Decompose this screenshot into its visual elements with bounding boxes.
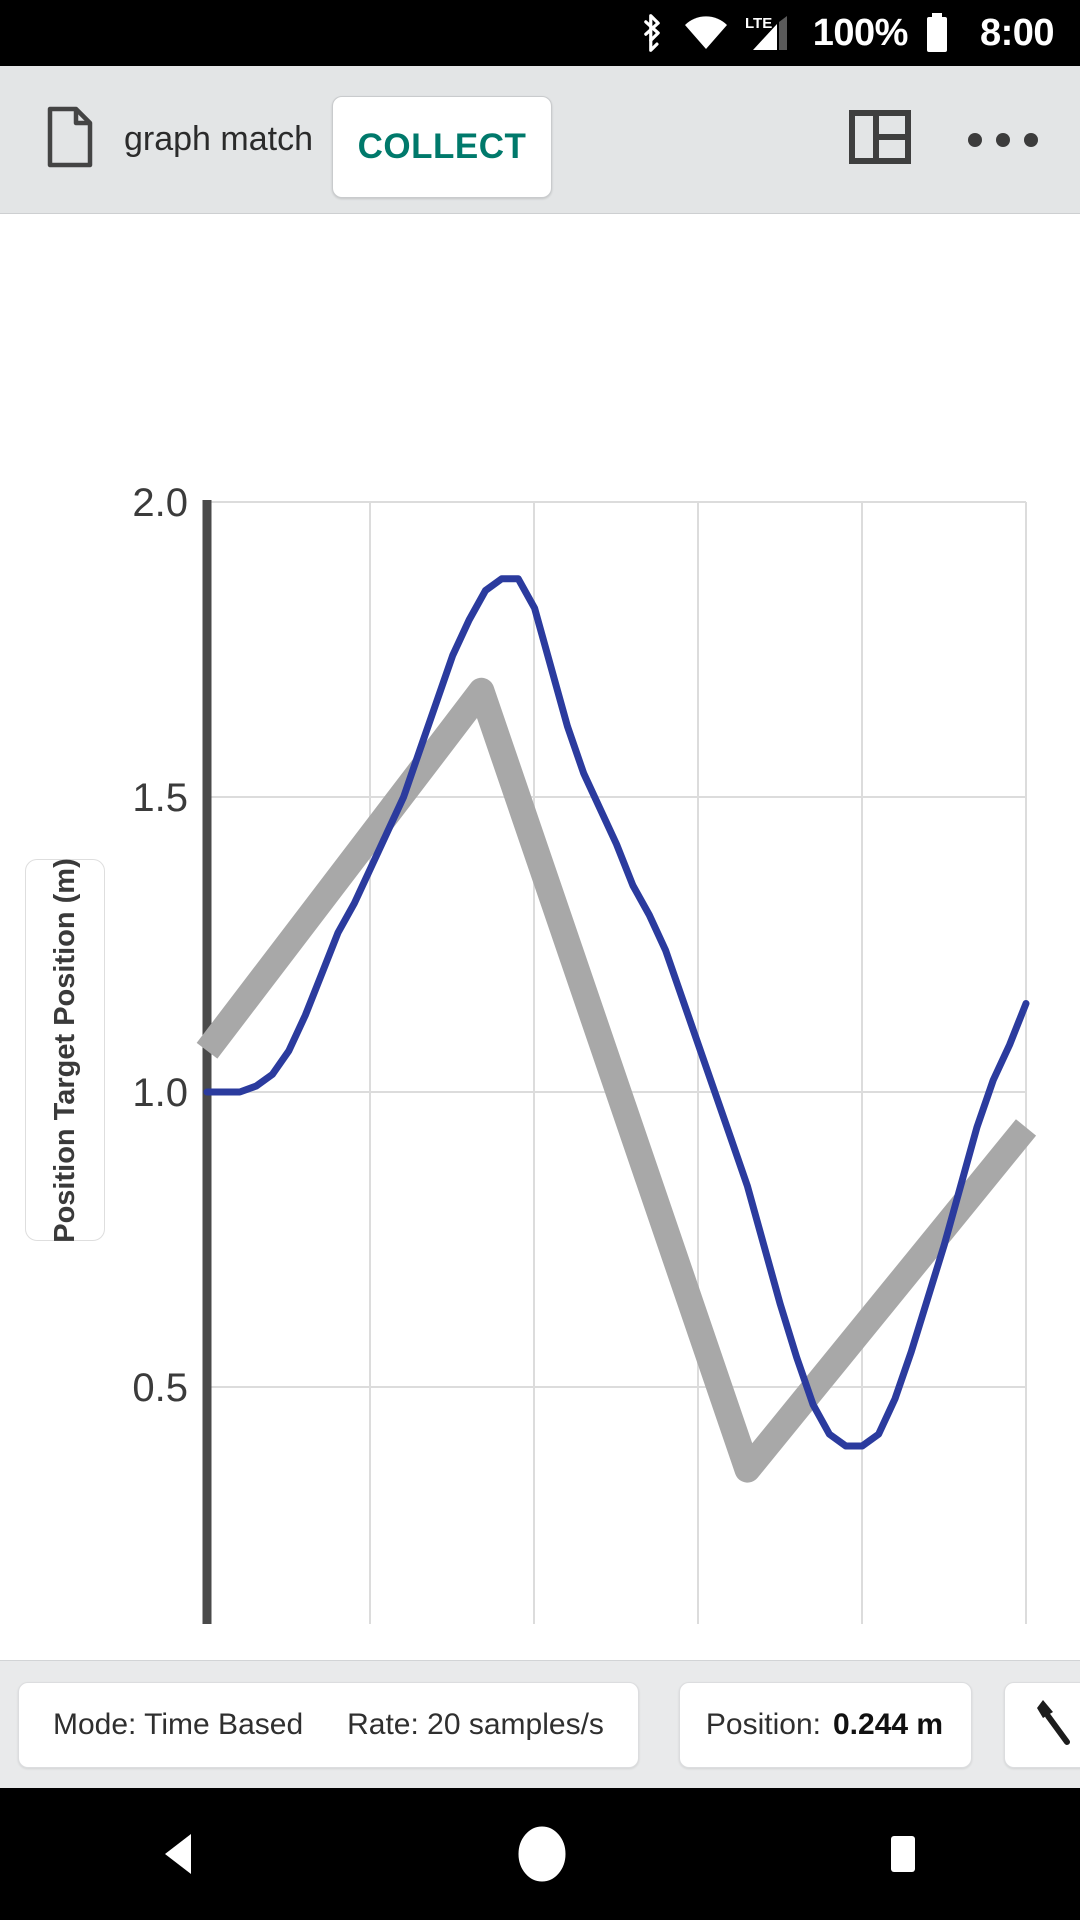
position-value: 0.244 m bbox=[833, 1707, 944, 1741]
file-title[interactable]: graph match bbox=[124, 120, 313, 159]
split-layout-icon[interactable] bbox=[848, 105, 912, 174]
app-bar-actions bbox=[848, 105, 1054, 174]
position-readout-chip[interactable]: Position: 0.244 m bbox=[678, 1681, 972, 1768]
position-vs-time-chart[interactable]: 2.0 1.5 1.0 0.5 0.0 0 2 4 6 8 10 bbox=[0, 214, 1080, 1624]
app-toolbar: graph match COLLECT bbox=[0, 66, 1080, 214]
battery-percent-label: 100% bbox=[812, 11, 909, 54]
back-triangle-icon[interactable] bbox=[157, 1830, 201, 1878]
more-options-icon[interactable] bbox=[968, 132, 1038, 147]
sensor-settings-button[interactable] bbox=[1003, 1681, 1080, 1768]
collect-button[interactable]: COLLECT bbox=[332, 96, 552, 198]
battery-full-icon bbox=[924, 12, 950, 54]
mode-label: Mode: Time Based bbox=[53, 1707, 304, 1741]
svg-text:0.5: 0.5 bbox=[132, 1366, 188, 1410]
status-icon-group: LTE 100% 8:00 bbox=[637, 11, 1055, 55]
graph-panel[interactable]: 2.0 1.5 1.0 0.5 0.0 0 2 4 6 8 10 Positio… bbox=[0, 214, 1080, 1624]
rate-label: Rate: 20 samples/s bbox=[347, 1707, 604, 1741]
bluetooth-icon bbox=[637, 12, 667, 54]
y-axis-label-text: Position Target Position (m) bbox=[48, 857, 81, 1243]
series-measured-position bbox=[203, 575, 1030, 1450]
android-status-bar: LTE 100% 8:00 bbox=[0, 0, 1080, 66]
svg-text:LTE: LTE bbox=[745, 15, 772, 32]
y-tick-labels: 2.0 1.5 1.0 0.5 0.0 bbox=[132, 481, 188, 1410]
cell-signal-icon: LTE bbox=[745, 12, 791, 54]
svg-text:1.5: 1.5 bbox=[132, 776, 188, 820]
wifi-icon bbox=[683, 15, 729, 51]
home-circle-icon[interactable] bbox=[516, 1825, 568, 1883]
position-label: Position: bbox=[705, 1707, 821, 1741]
mode-rate-chip[interactable]: Mode: Time Based Rate: 20 samples/s bbox=[18, 1681, 639, 1768]
svg-text:1.0: 1.0 bbox=[132, 1071, 188, 1115]
bottom-status-bar: Mode: Time Based Rate: 20 samples/s Posi… bbox=[0, 1660, 1080, 1788]
y-axis-label[interactable]: Position Target Position (m) bbox=[25, 857, 105, 1243]
status-clock: 8:00 bbox=[979, 11, 1055, 54]
android-navigation-bar bbox=[0, 1788, 1080, 1920]
file-icon[interactable] bbox=[46, 106, 94, 173]
wrench-icon bbox=[1029, 1696, 1075, 1753]
series-target-position bbox=[196, 677, 1037, 1483]
recents-square-icon[interactable] bbox=[883, 1832, 923, 1876]
svg-text:2.0: 2.0 bbox=[132, 481, 188, 525]
collect-button-label: COLLECT bbox=[357, 127, 527, 166]
